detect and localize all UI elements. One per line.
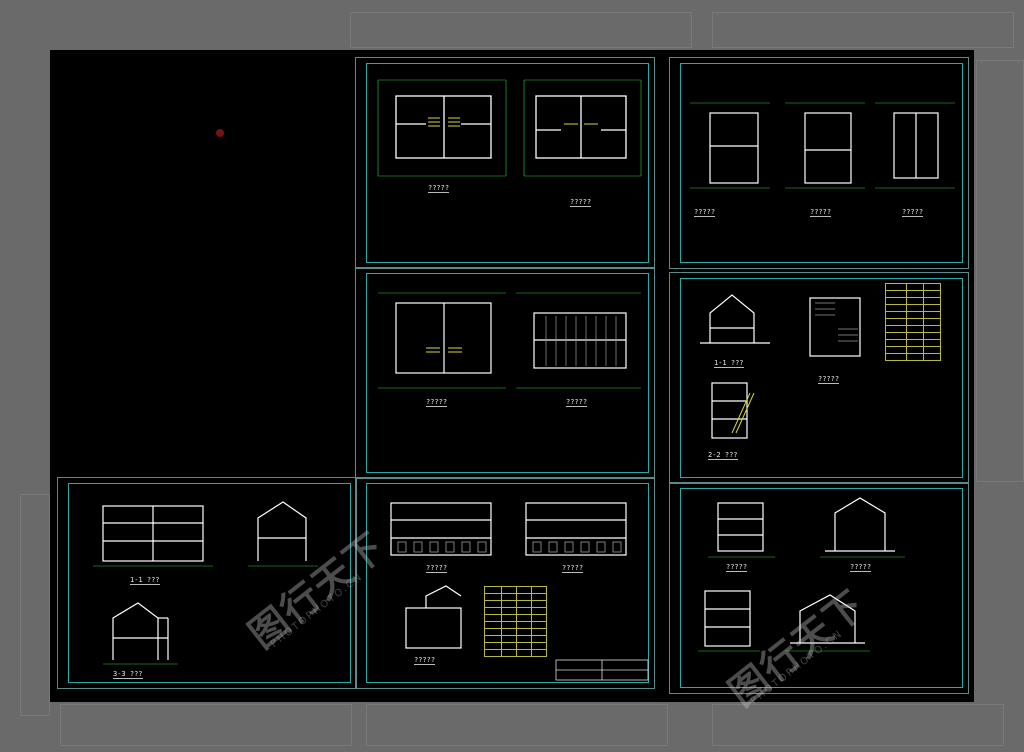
sheet-sections-table[interactable]: 1-1 ??? ????? 2-2 ??? bbox=[669, 272, 969, 484]
ghost-sheet bbox=[350, 12, 692, 48]
plan-caption: ????? bbox=[810, 208, 832, 217]
plan-caption: ????? bbox=[902, 208, 924, 217]
plan-caption: ????? bbox=[414, 656, 436, 665]
section-caption: 3-3 ??? bbox=[113, 670, 143, 679]
sheet-roof-plan[interactable]: ????? ????? bbox=[355, 267, 655, 479]
plan-caption: ????? bbox=[850, 563, 872, 572]
section-caption: 1-1 ??? bbox=[130, 576, 160, 585]
cursor-marker bbox=[216, 129, 224, 137]
ghost-sheet bbox=[712, 12, 1014, 48]
floor-plan-drawing bbox=[690, 102, 955, 189]
ghost-sheet bbox=[366, 704, 668, 746]
floor-plan-drawing bbox=[377, 79, 642, 177]
sheet-floor-plans-1[interactable]: ????? ????? bbox=[355, 57, 655, 269]
ghost-sheet bbox=[20, 494, 50, 716]
sheet-elevations-2[interactable]: ????? ????? bbox=[669, 482, 969, 694]
plan-caption: ????? bbox=[428, 184, 450, 193]
door-window-table bbox=[484, 586, 547, 657]
ghost-sheet bbox=[976, 60, 1024, 482]
roof-plan-drawing bbox=[378, 292, 641, 389]
plan-caption: ????? bbox=[694, 208, 716, 217]
sheet-floor-plans-2[interactable]: ????? ????? ????? bbox=[669, 57, 969, 269]
plan-caption: ????? bbox=[426, 398, 448, 407]
cad-drawing-canvas[interactable]: ????? ????? ????? ????? ????? ????? ????… bbox=[50, 50, 974, 715]
section-caption: 2-2 ??? bbox=[708, 451, 738, 460]
section-caption: 1-1 ??? bbox=[714, 359, 744, 368]
sheet-elevations[interactable]: ????? ????? ????? bbox=[355, 477, 655, 689]
plan-caption: ????? bbox=[566, 398, 588, 407]
plan-caption: ????? bbox=[726, 563, 748, 572]
ghost-sheet bbox=[60, 704, 352, 746]
plan-caption: ????? bbox=[426, 564, 448, 573]
plan-caption: ????? bbox=[570, 198, 592, 207]
plan-caption: ????? bbox=[562, 564, 584, 573]
plan-caption: ????? bbox=[818, 375, 840, 384]
schedule-table bbox=[885, 283, 941, 361]
